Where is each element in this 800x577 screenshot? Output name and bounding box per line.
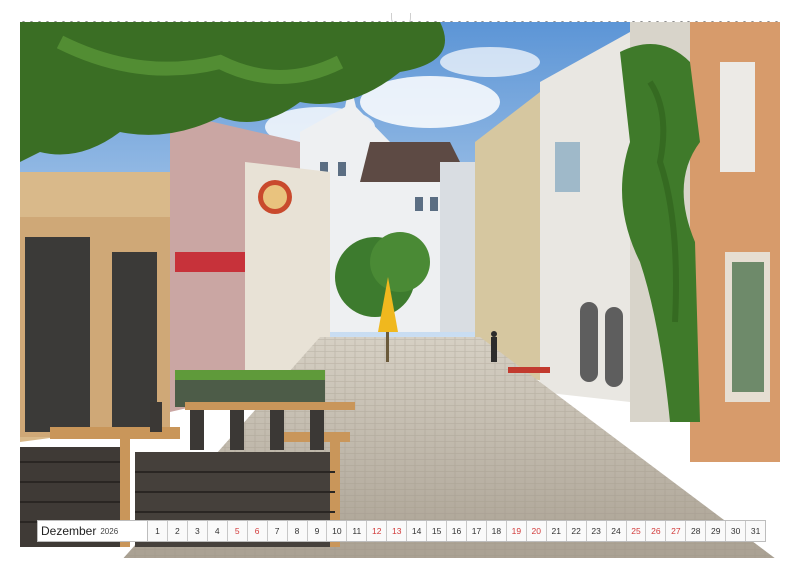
calendar-day-cell: 24 xyxy=(605,521,626,541)
calendar-days: 1 2 3 4 5 6 7 8 9 10 11 12 13 14 15 16 17 18 19 20 21 22 23 24 2… xyxy=(148,521,766,541)
calendar-day-cell: 26 xyxy=(645,521,666,541)
calendar-day-cell: 4 xyxy=(206,521,227,541)
calendar-day-cell: 19 xyxy=(505,521,526,541)
calendar-day-cell: 21 xyxy=(545,521,566,541)
calendar-day-cell: 20 xyxy=(525,521,546,541)
calendar-day-cell: 8 xyxy=(286,521,307,541)
calendar-day-cell: 17 xyxy=(466,521,486,541)
calendar-strip: Dezember 2026 1 2 3 4 5 6 7 8 9 10 11 12 13 14 15 16 17 1… xyxy=(37,520,766,542)
calendar-day-cell: 13 xyxy=(386,521,407,541)
calendar-day-cell: 5 xyxy=(226,521,247,541)
calendar-day-cell: 16 xyxy=(446,521,466,541)
calendar-day-cell: 12 xyxy=(366,521,387,541)
calendar-day-cell: 6 xyxy=(246,521,267,541)
calendar-month-label: Dezember 2026 xyxy=(38,521,148,541)
calendar-day-cell: 15 xyxy=(426,521,447,541)
street-scene-illustration xyxy=(20,22,780,558)
calendar-day-cell: 23 xyxy=(585,521,606,541)
calendar-day-cell: 1 xyxy=(148,521,167,541)
calendar-day-cell: 25 xyxy=(625,521,646,541)
calendar-day-cell: 9 xyxy=(306,521,327,541)
calendar-day-cell: 18 xyxy=(485,521,506,541)
calendar-day-cell: 30 xyxy=(725,521,746,541)
calendar-day-cell: 2 xyxy=(166,521,187,541)
street-photo xyxy=(20,22,780,558)
calendar-day-cell: 28 xyxy=(685,521,706,541)
calendar-day-cell: 11 xyxy=(346,521,367,541)
year-label: 2026 xyxy=(100,526,119,536)
calendar-day-cell: 7 xyxy=(266,521,287,541)
calendar-day-cell: 31 xyxy=(745,521,766,541)
calendar-day-cell: 14 xyxy=(406,521,427,541)
month-name: Dezember xyxy=(41,524,97,538)
calendar-day-cell: 22 xyxy=(565,521,586,541)
calendar-day-cell: 3 xyxy=(186,521,207,541)
calendar-day-cell: 27 xyxy=(665,521,686,541)
calendar-day-cell: 10 xyxy=(326,521,347,541)
calendar-day-cell: 29 xyxy=(705,521,726,541)
